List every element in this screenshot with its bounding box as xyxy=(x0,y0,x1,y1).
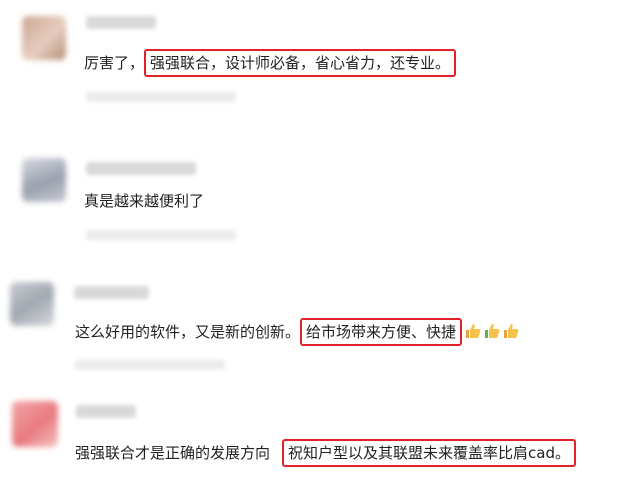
avatar[interactable] xyxy=(12,401,58,447)
avatar[interactable] xyxy=(22,158,66,202)
thumbs-up-icon xyxy=(504,324,519,338)
comment-meta xyxy=(86,230,236,240)
highlighted-text: 强强联合，设计师必备，省心省力，还专业。 xyxy=(144,49,457,77)
comment-text-plain: 厉害了， xyxy=(84,54,145,72)
avatar[interactable] xyxy=(22,16,66,60)
thumbs-up-icon xyxy=(485,324,500,338)
comment-text-plain: 这么好用的软件，又是新的创新。 xyxy=(75,323,301,341)
comment-item: 这么好用的软件，又是新的创新。 给市场带来方便、快捷 xyxy=(0,255,640,385)
comment-item: 真是越来越便利了 xyxy=(0,130,640,255)
comment-text-plain: 真是越来越便利了 xyxy=(84,192,205,210)
comment-text: 真是越来越便利了 xyxy=(84,190,204,212)
comment-text-plain: 强强联合才是正确的发展方向 xyxy=(75,444,271,462)
comment-meta xyxy=(75,360,225,370)
username[interactable] xyxy=(86,162,196,175)
comment-text: 厉害了， 强强联合，设计师必备，省心省力，还专业。 xyxy=(84,49,457,77)
comment-item: 厉害了， 强强联合，设计师必备，省心省力，还专业。 xyxy=(0,0,640,130)
emoji-group xyxy=(462,323,519,341)
username[interactable] xyxy=(86,16,156,29)
comment-text: 这么好用的软件，又是新的创新。 给市场带来方便、快捷 xyxy=(75,318,519,346)
username[interactable] xyxy=(76,405,136,418)
avatar[interactable] xyxy=(10,282,54,326)
highlighted-text: 给市场带来方便、快捷 xyxy=(300,318,463,346)
comment-meta xyxy=(86,92,236,102)
username[interactable] xyxy=(74,286,149,299)
comment-text: 强强联合才是正确的发展方向 祝知户型以及其联盟未来覆盖率比肩cad。 xyxy=(75,439,576,467)
thumbs-up-icon xyxy=(466,324,481,338)
comment-item: 强强联合才是正确的发展方向 祝知户型以及其联盟未来覆盖率比肩cad。 xyxy=(0,385,640,490)
highlighted-text: 祝知户型以及其联盟未来覆盖率比肩cad。 xyxy=(282,439,576,467)
